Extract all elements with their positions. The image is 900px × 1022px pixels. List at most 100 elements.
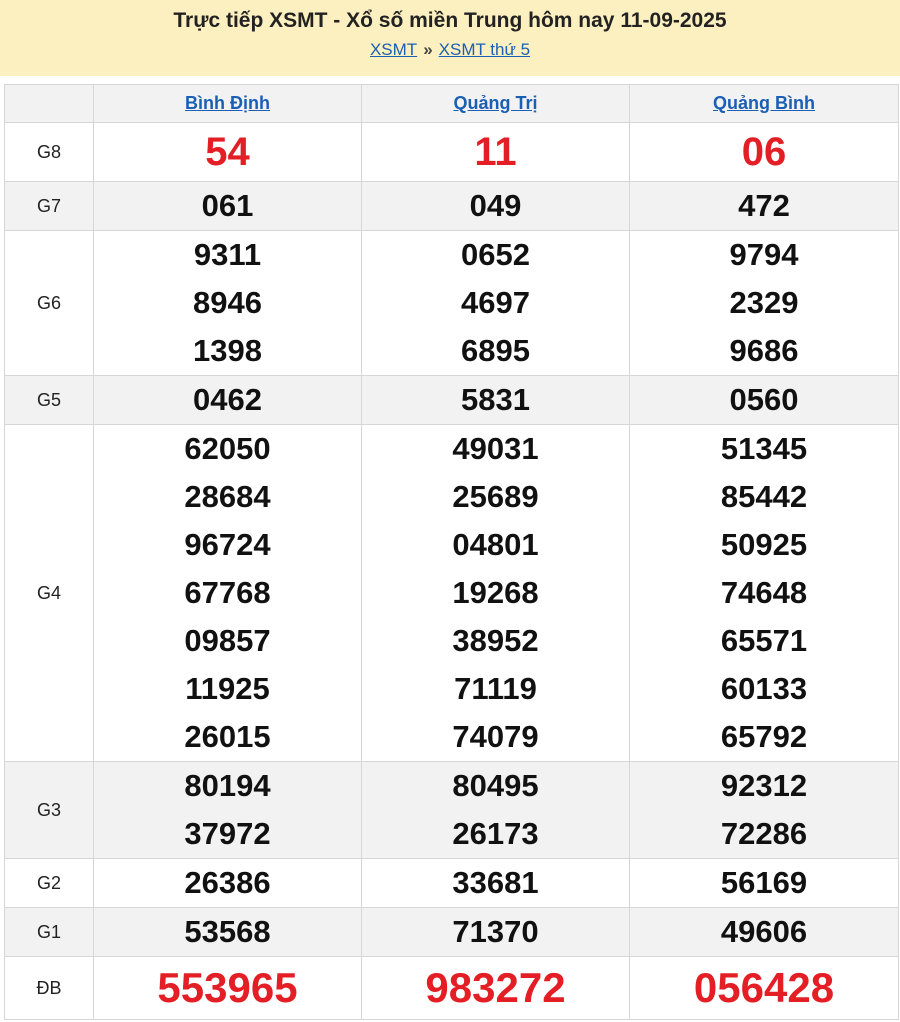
prize-row-g6: G6 9311 8946 1398 0652 4697 6895 9794 2329 9686 xyxy=(4,230,899,376)
prize-row-g1: G1 53568 71370 49606 xyxy=(4,907,899,957)
result-number: 25689 xyxy=(452,479,539,514)
result-number: 9794 xyxy=(729,237,799,272)
result-number: 26386 xyxy=(184,865,271,900)
breadcrumb-xsmt-thu5-link[interactable]: XSMT thứ 5 xyxy=(439,40,530,59)
result-number: 8946 xyxy=(193,285,262,320)
prize-cell-g6-quang-binh: 9794 2329 9686 xyxy=(629,230,899,376)
result-number: 74079 xyxy=(452,719,539,754)
prize-row-g3: G3 80194 37972 80495 26173 92312 72286 xyxy=(4,761,899,859)
result-number: 85442 xyxy=(720,479,808,514)
result-number: 80495 xyxy=(452,768,539,803)
result-number: 9686 xyxy=(729,333,799,368)
result-number: 71119 xyxy=(454,671,537,706)
prize-label: G6 xyxy=(4,230,94,376)
prize-row-g8: G8 54 11 06 xyxy=(4,122,899,182)
prize-cell-g1-quang-binh: 49606 xyxy=(629,907,899,957)
result-number: 056428 xyxy=(693,964,835,1011)
prize-row-g5: G5 0462 5831 0560 xyxy=(4,375,899,425)
prize-cell-g5-quang-binh: 0560 xyxy=(629,375,899,425)
result-number: 049 xyxy=(469,188,522,223)
province-header-quang-binh: Quảng Bình xyxy=(629,84,899,123)
result-number: 74648 xyxy=(720,575,808,610)
prize-cell-g4-quang-tri: 49031 25689 04801 19268 38952 71119 74079 xyxy=(361,424,630,762)
result-number: 67768 xyxy=(184,575,271,610)
result-number: 0462 xyxy=(193,382,262,417)
results-table: Bình Định Quảng Trị Quảng Bình G8 54 11 06 G… xyxy=(4,84,899,1020)
prize-cell-g3-quang-binh: 92312 72286 xyxy=(629,761,899,859)
prize-label: G5 xyxy=(4,375,94,425)
prize-cell-g5-quang-tri: 5831 xyxy=(361,375,630,425)
result-number: 09857 xyxy=(184,623,271,658)
corner-cell xyxy=(4,84,94,123)
breadcrumb: XSMT » XSMT thứ 5 xyxy=(0,40,900,60)
result-number: 5831 xyxy=(461,382,530,417)
page-header: Trực tiếp XSMT - Xổ số miền Trung hôm na… xyxy=(0,0,900,76)
breadcrumb-xsmt-link[interactable]: XSMT xyxy=(370,40,417,59)
province-link-quang-tri[interactable]: Quảng Trị xyxy=(453,93,537,113)
result-number: 11925 xyxy=(185,671,270,706)
result-number: 26173 xyxy=(452,816,539,851)
result-number: 38952 xyxy=(452,623,539,658)
result-number: 56169 xyxy=(720,865,808,900)
result-number: 983272 xyxy=(425,964,566,1011)
result-number: 54 xyxy=(205,130,250,174)
result-number: 49606 xyxy=(720,914,808,949)
prize-cell-g2-binh-dinh: 26386 xyxy=(93,858,362,908)
prize-row-g4: G4 62050 28684 96724 67768 09857 11925 26015 490… xyxy=(4,424,899,762)
province-link-binh-dinh[interactable]: Bình Định xyxy=(185,93,270,113)
result-number: 0560 xyxy=(729,382,799,417)
prize-cell-g3-quang-tri: 80495 26173 xyxy=(361,761,630,859)
prize-cell-g7-quang-tri: 049 xyxy=(361,181,630,231)
prize-cell-g8-binh-dinh: 54 xyxy=(93,122,362,182)
prize-label: G8 xyxy=(4,122,94,182)
prize-cell-g8-quang-tri: 11 xyxy=(361,122,630,182)
prize-label: ĐB xyxy=(4,956,94,1020)
result-number: 9311 xyxy=(193,237,262,272)
result-number: 49031 xyxy=(452,431,539,466)
prize-cell-g7-quang-binh: 472 xyxy=(629,181,899,231)
result-number: 1398 xyxy=(193,333,262,368)
prize-cell-g6-quang-tri: 0652 4697 6895 xyxy=(361,230,630,376)
breadcrumb-separator: » xyxy=(423,40,433,59)
result-number: 60133 xyxy=(720,671,808,706)
prize-cell-db-binh-dinh: 553965 xyxy=(93,956,362,1020)
result-number: 65792 xyxy=(720,719,808,754)
prize-cell-g1-quang-tri: 71370 xyxy=(361,907,630,957)
prize-cell-g6-binh-dinh: 9311 8946 1398 xyxy=(93,230,362,376)
prize-cell-g4-quang-binh: 51345 85442 50925 74648 65571 60133 65792 xyxy=(629,424,899,762)
result-number: 061 xyxy=(201,188,254,223)
result-number: 04801 xyxy=(452,527,539,562)
result-number: 19268 xyxy=(452,575,539,610)
result-number: 37972 xyxy=(184,816,271,851)
prize-row-g7: G7 061 049 472 xyxy=(4,181,899,231)
province-header-binh-dinh: Bình Định xyxy=(93,84,362,123)
result-number: 71370 xyxy=(452,914,539,949)
prize-cell-g3-binh-dinh: 80194 37972 xyxy=(93,761,362,859)
result-number: 06 xyxy=(741,130,787,174)
result-number: 80194 xyxy=(184,768,271,803)
result-number: 26015 xyxy=(184,719,271,754)
province-link-quang-binh[interactable]: Quảng Bình xyxy=(713,93,815,113)
prize-label: G7 xyxy=(4,181,94,231)
result-number: 472 xyxy=(738,188,790,223)
province-header-quang-tri: Quảng Trị xyxy=(361,84,630,123)
prize-cell-g5-binh-dinh: 0462 xyxy=(93,375,362,425)
prize-cell-db-quang-tri: 983272 xyxy=(361,956,630,1020)
prize-label: G1 xyxy=(4,907,94,957)
prize-cell-g1-binh-dinh: 53568 xyxy=(93,907,362,957)
prize-cell-g2-quang-tri: 33681 xyxy=(361,858,630,908)
result-number: 6895 xyxy=(461,333,530,368)
prize-row-db: ĐB 553965 983272 056428 xyxy=(4,956,899,1020)
prize-label: G3 xyxy=(4,761,94,859)
prize-label: G2 xyxy=(4,858,94,908)
prize-row-g2: G2 26386 33681 56169 xyxy=(4,858,899,908)
result-number: 28684 xyxy=(184,479,271,514)
page-title: Trực tiếp XSMT - Xổ số miền Trung hôm na… xyxy=(173,9,727,32)
result-number: 72286 xyxy=(720,816,808,851)
result-number: 553965 xyxy=(157,964,298,1011)
prize-label: G4 xyxy=(4,424,94,762)
result-number: 11 xyxy=(474,130,517,174)
prize-cell-g4-binh-dinh: 62050 28684 96724 67768 09857 11925 26015 xyxy=(93,424,362,762)
result-number: 0652 xyxy=(461,237,530,272)
prize-cell-g2-quang-binh: 56169 xyxy=(629,858,899,908)
